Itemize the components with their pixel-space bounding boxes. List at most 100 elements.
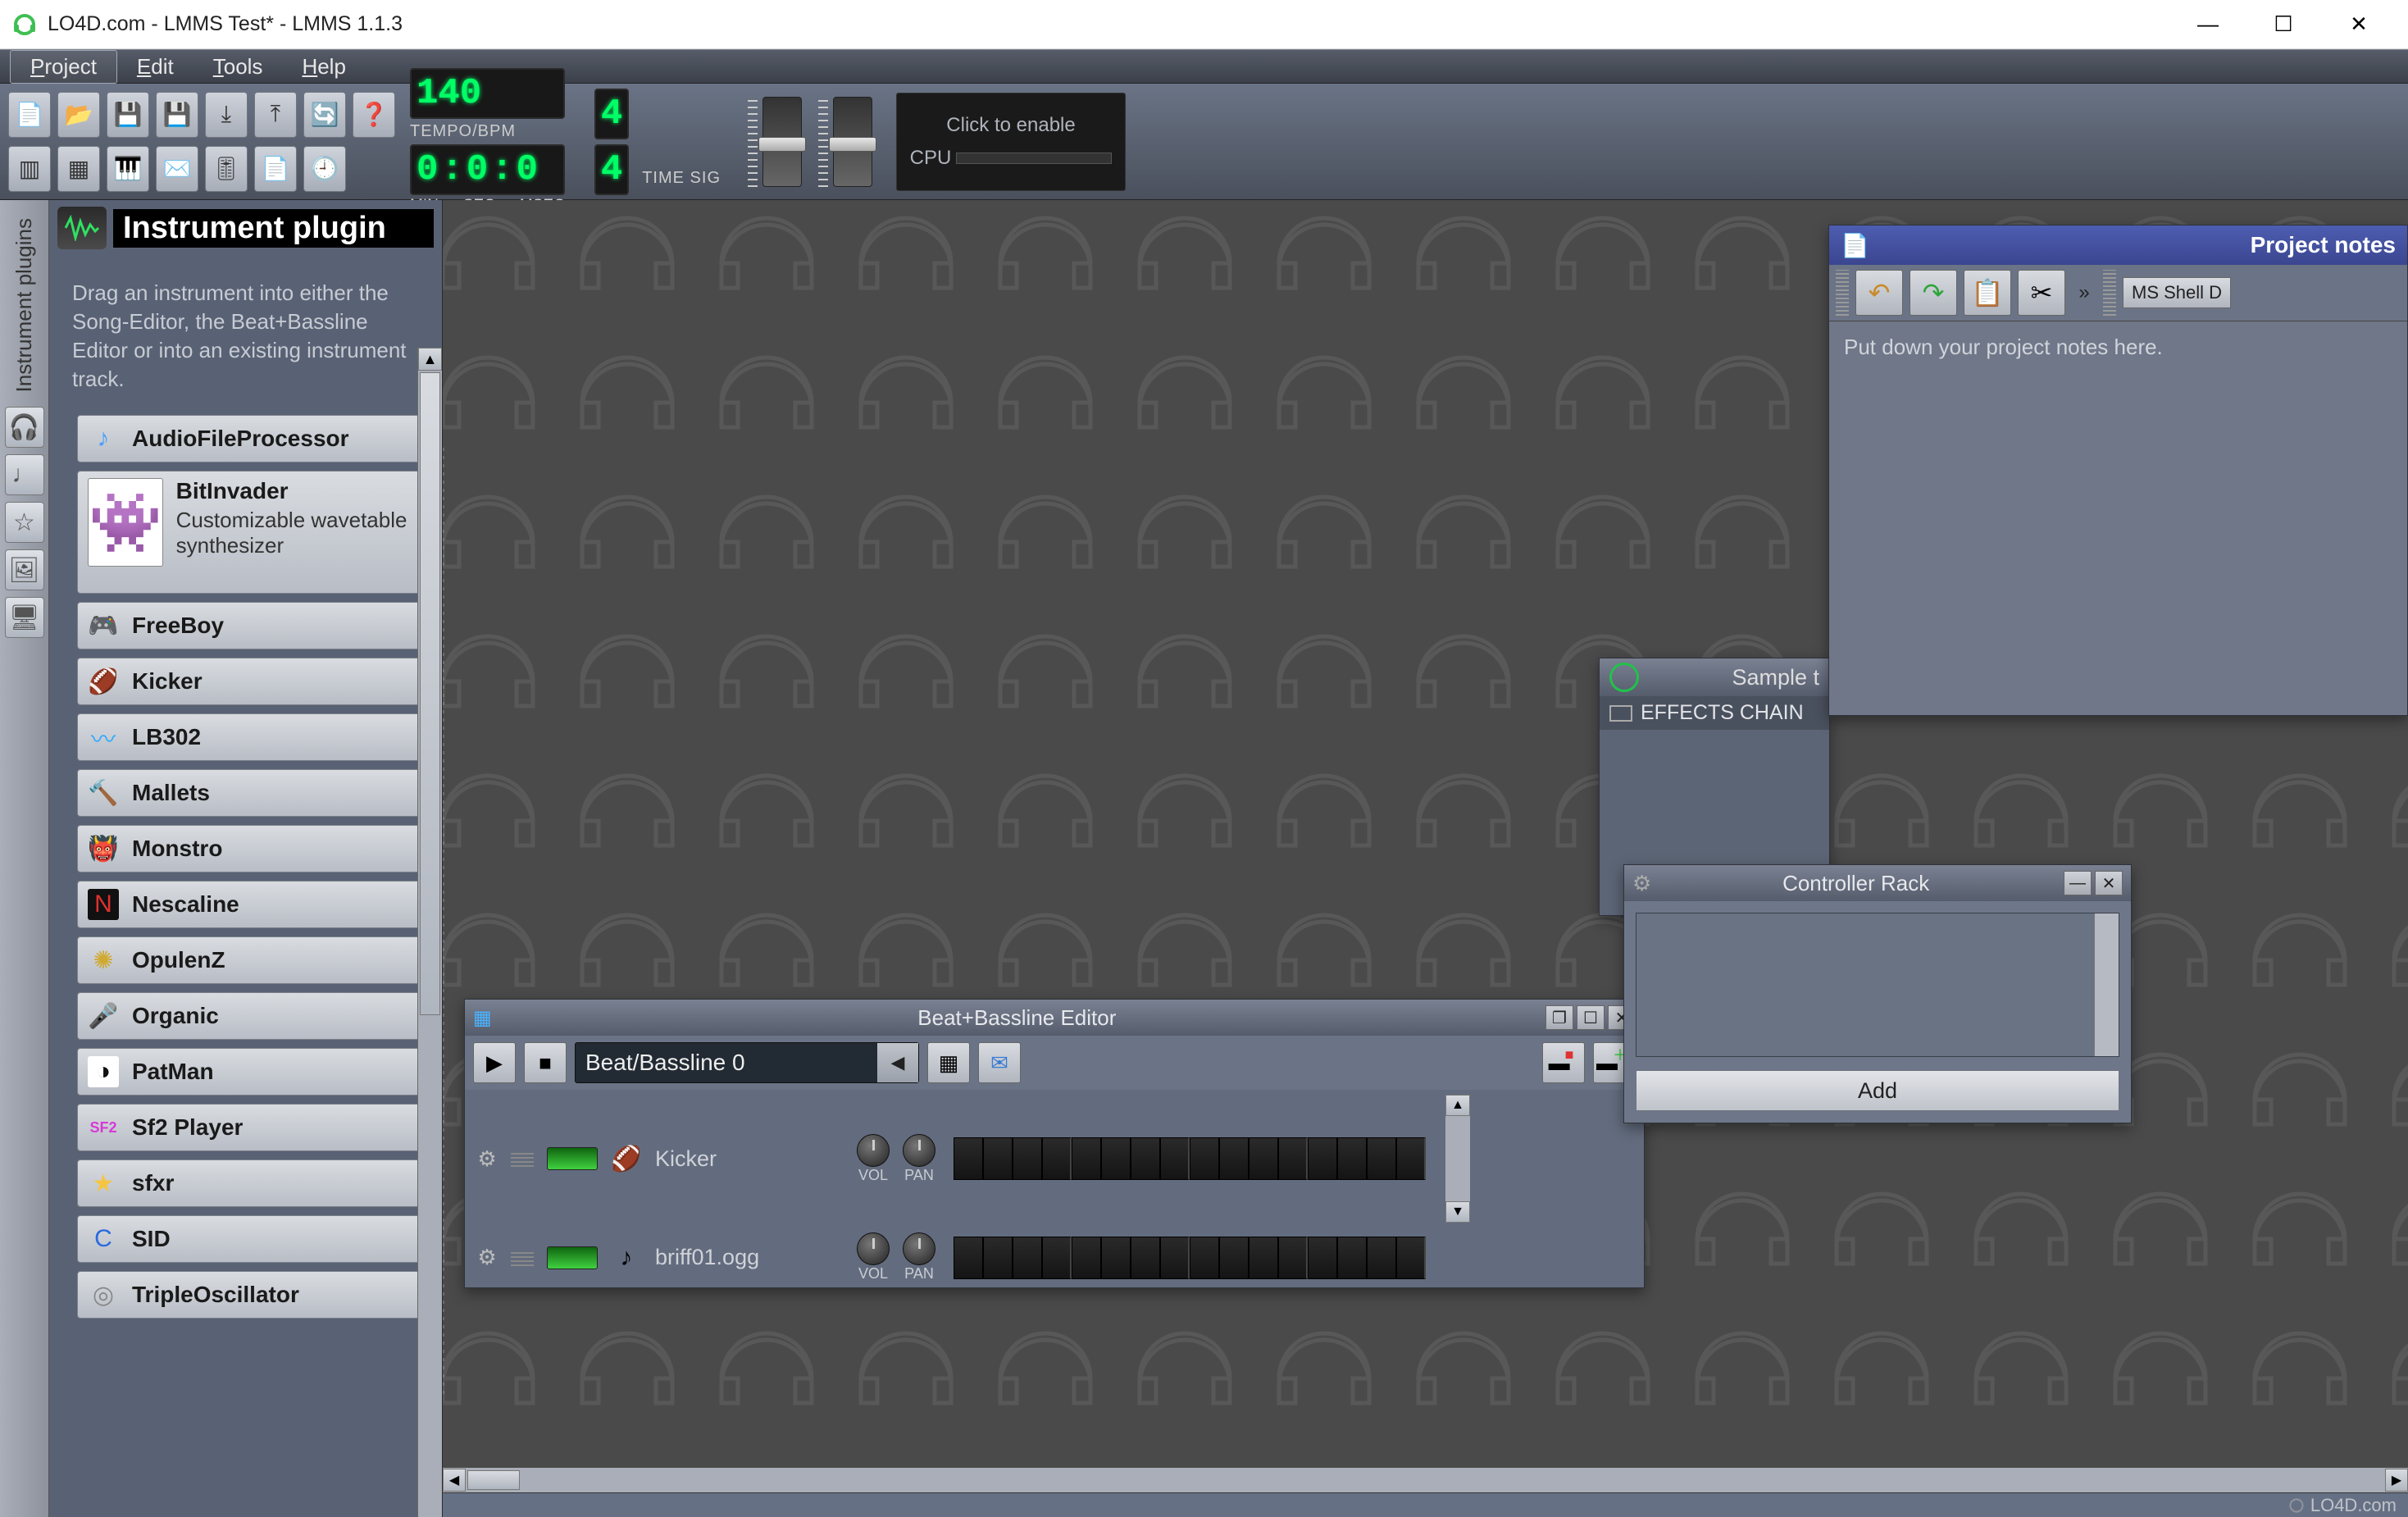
bb-step-9[interactable] xyxy=(1219,1137,1249,1180)
bb-stop-button[interactable]: ■ xyxy=(524,1042,567,1083)
controller-list-scrollbar[interactable] xyxy=(2094,913,2119,1056)
plugin-tripleoscillator[interactable]: ◎TripleOscillator xyxy=(77,1271,432,1319)
bb-step-12[interactable] xyxy=(1308,1237,1337,1279)
bb-step-11[interactable] xyxy=(1278,1237,1308,1279)
bb-step-13[interactable] xyxy=(1337,1137,1367,1180)
gear-icon[interactable]: ⚙ xyxy=(476,1146,498,1172)
bb-step-1[interactable] xyxy=(983,1137,1013,1180)
toolbar-overflow[interactable]: » xyxy=(2072,281,2096,304)
bb-step-0[interactable] xyxy=(954,1137,983,1180)
bb-step-10[interactable] xyxy=(1249,1237,1278,1279)
panel-scrollbar[interactable]: ▲ xyxy=(417,348,442,1517)
bb-step-14[interactable] xyxy=(1367,1237,1396,1279)
track-grip[interactable] xyxy=(511,1250,534,1266)
bb-step-12[interactable] xyxy=(1308,1137,1337,1180)
timesig-display[interactable]: 4 4 xyxy=(594,89,629,195)
window-maximize-button[interactable]: ☐ xyxy=(2246,0,2321,49)
bb-step-7[interactable] xyxy=(1160,1237,1190,1279)
bb-step-4[interactable] xyxy=(1072,1137,1101,1180)
project-notes-textarea[interactable]: Put down your project notes here. xyxy=(1829,321,2407,715)
track-pan-knob[interactable] xyxy=(903,1134,935,1167)
hscroll-thumb[interactable] xyxy=(467,1470,520,1490)
sample-track-titlebar[interactable]: Sample t xyxy=(1600,658,1829,696)
cut-button[interactable]: ✂ xyxy=(2018,270,2065,316)
workspace-horizontal-scrollbar[interactable]: ◀ ▶ xyxy=(443,1468,2408,1492)
panel-scroll-up[interactable]: ▲ xyxy=(418,348,442,371)
track-mute-led[interactable] xyxy=(547,1246,598,1269)
bb-step-1[interactable] xyxy=(983,1237,1013,1279)
gear-icon[interactable]: ⚙ xyxy=(476,1245,498,1270)
toolbar-button-r2-6[interactable]: 🕘 xyxy=(303,146,346,192)
plugin-freeboy[interactable]: 🎮FreeBoy xyxy=(77,602,432,649)
tempo-display[interactable]: 140 TEMPO/BPM 0 : 0 : 0 MIN SEC MSEC xyxy=(410,68,565,215)
bb-step-8[interactable] xyxy=(1190,1237,1219,1279)
toolbar-button-r1-6[interactable]: 🔄 xyxy=(303,92,346,138)
beat-bassline-window[interactable]: ▦ Beat+Bassline Editor ❐ ☐ ✕ ▶ ■ Beat/Ba… xyxy=(464,999,1645,1288)
copy-button[interactable]: 📋 xyxy=(1964,270,2011,316)
toolbar-button-r2-2[interactable]: 🎹 xyxy=(107,146,149,192)
bb-step-9[interactable] xyxy=(1219,1237,1249,1279)
bb-step-13[interactable] xyxy=(1337,1237,1367,1279)
beat-bassline-restore-button[interactable]: ❐ xyxy=(1545,1005,1573,1030)
plugin-lb302[interactable]: 〰LB302 xyxy=(77,713,432,761)
menu-project[interactable]: Project xyxy=(10,50,117,84)
hscroll-right[interactable]: ▶ xyxy=(2385,1469,2408,1492)
plugin-bitinvader[interactable]: 👾BitInvaderCustomizable wavetable synthe… xyxy=(77,471,432,594)
plugin-nescaline[interactable]: NNescaline xyxy=(77,881,432,928)
bb-step-6[interactable] xyxy=(1131,1237,1160,1279)
hscroll-left[interactable]: ◀ xyxy=(443,1469,466,1492)
bb-step-5[interactable] xyxy=(1101,1137,1131,1180)
controller-add-button[interactable]: Add xyxy=(1636,1070,2119,1111)
plugin-monstro[interactable]: 👹Monstro xyxy=(77,825,432,872)
plugin-kicker[interactable]: 🏈Kicker xyxy=(77,658,432,705)
menu-help[interactable]: Help xyxy=(282,51,365,83)
bb-pattern-prev[interactable]: ◀ xyxy=(877,1043,918,1082)
toolbar-button-r1-2[interactable]: 💾 xyxy=(107,92,149,138)
window-minimize-button[interactable]: — xyxy=(2170,0,2246,49)
plugin-opulenz[interactable]: ✺OpulenZ xyxy=(77,936,432,984)
bb-step-8[interactable] xyxy=(1190,1137,1219,1180)
plugin-patman[interactable]: ◑PatMan xyxy=(77,1048,432,1096)
toolbar-button-r1-3[interactable]: 💾 xyxy=(156,92,198,138)
toolbar-button-r2-4[interactable]: 🎚 xyxy=(205,146,248,192)
bb-step-15[interactable] xyxy=(1396,1137,1426,1180)
toolbar-button-r2-3[interactable]: ✉️ xyxy=(156,146,198,192)
bb-step-4[interactable] xyxy=(1072,1237,1101,1279)
bb-step-11[interactable] xyxy=(1278,1137,1308,1180)
visualizer-panel[interactable]: Click to enable CPU xyxy=(896,93,1126,191)
bb-step-2[interactable] xyxy=(1013,1237,1042,1279)
bb-step-3[interactable] xyxy=(1042,1137,1072,1180)
plugin-audiofileprocessor[interactable]: ♪AudioFileProcessor xyxy=(77,415,432,462)
effects-chain-header[interactable]: EFFECTS CHAIN xyxy=(1600,696,1829,730)
toolbar-button-r2-0[interactable]: ▥ xyxy=(8,146,51,192)
font-selector[interactable]: MS Shell D xyxy=(2123,277,2231,308)
effects-chain-toggle[interactable] xyxy=(1609,705,1632,722)
toolbar-button-r1-0[interactable]: 📄 xyxy=(8,92,51,138)
track-volume-knob[interactable] xyxy=(857,1134,890,1167)
bb-step-15[interactable] xyxy=(1396,1237,1426,1279)
toolbar-button-r1-7[interactable]: ❓ xyxy=(353,92,395,138)
side-tab-1[interactable]: ♩ xyxy=(5,454,44,495)
bb-step-14[interactable] xyxy=(1367,1137,1396,1180)
side-tab-instrument-plugins[interactable]: Instrument plugins xyxy=(11,218,37,392)
window-close-button[interactable]: ✕ xyxy=(2321,0,2397,49)
track-grip[interactable] xyxy=(511,1150,534,1167)
controller-rack-window[interactable]: ⚙ Controller Rack — ✕ Add xyxy=(1623,864,2132,1123)
bb-step-10[interactable] xyxy=(1249,1137,1278,1180)
track-pan-knob[interactable] xyxy=(903,1232,935,1265)
controller-rack-minimize-button[interactable]: — xyxy=(2064,871,2092,895)
plugin-sid[interactable]: CSID xyxy=(77,1215,432,1263)
undo-button[interactable]: ↶ xyxy=(1855,270,1903,316)
side-tab-0[interactable]: 🎧 xyxy=(5,407,44,448)
side-tab-4[interactable]: 🖥 xyxy=(5,597,44,638)
toolbar-grip[interactable] xyxy=(2103,270,2116,316)
track-volume-knob[interactable] xyxy=(857,1232,890,1265)
bb-pattern-selector[interactable]: Beat/Bassline 0 ◀ xyxy=(575,1042,919,1083)
side-tab-2[interactable]: ☆ xyxy=(5,502,44,543)
beat-bassline-menu-icon[interactable]: ▦ xyxy=(473,1006,492,1030)
track-name[interactable]: Kicker xyxy=(655,1146,844,1172)
toolbar-button-r1-4[interactable]: ⤓ xyxy=(205,92,248,138)
plugin-sf2-player[interactable]: SF2Sf2 Player xyxy=(77,1104,432,1151)
bb-envelope-button[interactable]: ✉ xyxy=(978,1042,1021,1083)
bb-play-button[interactable]: ▶ xyxy=(473,1042,516,1083)
